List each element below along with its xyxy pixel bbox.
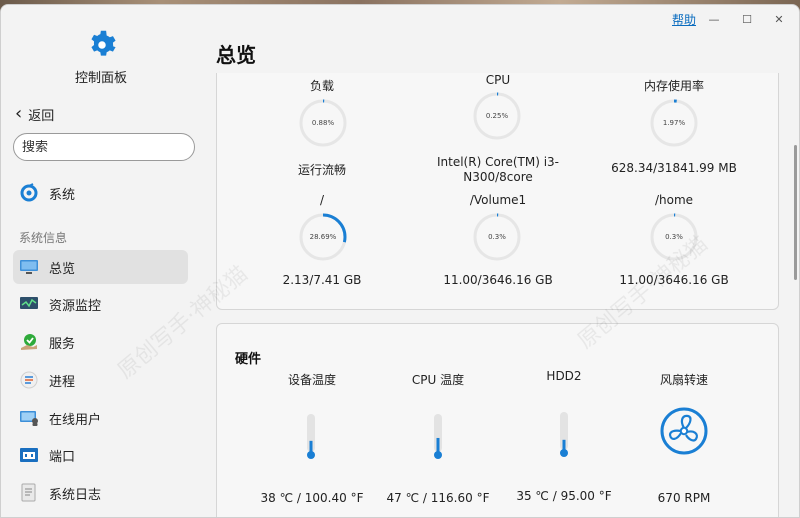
sidebar-item-label: 资源监控 — [49, 298, 102, 314]
close-button[interactable]: ✕ — [769, 9, 789, 29]
help-link[interactable]: 帮助 — [672, 11, 696, 28]
volume1-ring-text: 0.3% — [488, 233, 506, 241]
sidebar-item-resource-monitor[interactable]: 资源监控 — [13, 287, 188, 321]
thermometer-level — [436, 437, 440, 453]
thermometer-bulb — [434, 451, 442, 459]
volume1-value: 11.00/3646.16 GB — [443, 273, 553, 287]
sidebar-item-label: 服务 — [49, 336, 76, 352]
memory-label: 内存使用率 — [643, 79, 704, 93]
thermometer-bulb — [307, 451, 315, 459]
memory-ring-text: 1.97% — [662, 119, 686, 127]
memory-value: 628.34/31841.99 MB — [611, 161, 737, 175]
port-icon — [19, 445, 39, 465]
process-icon — [19, 370, 39, 390]
sidebar-item-label: 总览 — [49, 261, 76, 277]
section-label: 系统信息 — [19, 231, 68, 245]
sidebar: 控制面板 ‹ 返回 系统 系统信息 总览 — [1, 5, 201, 517]
resource-monitor-icon — [19, 294, 39, 314]
system-icon — [19, 183, 39, 203]
back-button[interactable]: ‹ 返回 — [15, 104, 54, 124]
home-ring-text: 0.3% — [665, 233, 683, 241]
sidebar-item-services[interactable]: 服务 — [13, 325, 188, 359]
control-panel-window: 控制面板 ‹ 返回 系统 系统信息 总览 — [0, 4, 800, 518]
sidebar-item-label: 在线用户 — [49, 412, 102, 428]
chevron-left-icon: ‹ — [15, 103, 23, 124]
app-title: 控制面板 — [74, 71, 127, 86]
root-disk-ring-text: 28.69% — [309, 233, 337, 241]
page-title: 总览 — [216, 43, 256, 67]
memory-cell: 内存使用率 — [584, 79, 764, 93]
services-icon — [19, 332, 39, 352]
search-input[interactable] — [22, 139, 192, 155]
home-value: 11.00/3646.16 GB — [619, 273, 729, 287]
home-label: /home — [654, 193, 694, 207]
cpu-cell: CPU — [408, 73, 588, 87]
thermometer-icon — [434, 414, 442, 459]
thermometer-bulb — [560, 449, 568, 457]
main-content: 负载 0.88% CPU 0.25% Intel(R) Core(TM) i3-… — [201, 73, 796, 517]
cpu-label: CPU — [485, 73, 511, 87]
sidebar-item-label: 系统 — [49, 187, 76, 203]
sidebar-item-label: 端口 — [49, 449, 76, 465]
volume1-label: /Volume1 — [469, 193, 527, 207]
hardware-card: 硬件 设备温度 38 ℃ / 100.40 °F CPU 温度 47 ℃ / 1… — [216, 323, 779, 517]
status-card: 负载 0.88% CPU 0.25% Intel(R) Core(TM) i3-… — [216, 73, 779, 310]
maximize-button[interactable]: ☐ — [737, 9, 757, 29]
load-status: 运行流畅 — [297, 163, 346, 177]
fan-speed-value: 670 RPM — [657, 491, 711, 505]
sidebar-item-online-users[interactable]: 在线用户 — [13, 401, 188, 435]
system-log-icon — [19, 483, 39, 503]
sidebar-item-label: 系统日志 — [49, 487, 102, 503]
search-box — [13, 133, 195, 161]
minimize-button[interactable]: — — [704, 9, 724, 29]
load-ring-text: 0.88% — [311, 119, 335, 127]
scrollbar[interactable] — [794, 145, 797, 280]
thermometer-icon — [307, 414, 315, 459]
fan-icon — [660, 407, 708, 455]
root-disk-value: 2.13/7.41 GB — [282, 273, 362, 287]
sidebar-item-label: 进程 — [49, 374, 76, 390]
back-label: 返回 — [28, 108, 55, 124]
load-label: 负载 — [309, 79, 334, 93]
root-disk-label: / — [319, 193, 325, 207]
monitor-icon — [19, 257, 39, 277]
online-users-icon — [19, 408, 39, 428]
cpu-model: Intel(R) Core(TM) i3-N300/8core — [436, 155, 559, 184]
thermometer-icon — [560, 412, 568, 457]
gear-icon — [91, 30, 116, 56]
cpu-ring-text: 0.25% — [485, 112, 509, 120]
sidebar-item-port[interactable]: 端口 — [13, 438, 188, 472]
load-cell: 负载 — [232, 79, 412, 93]
hardware-title: 硬件 — [235, 352, 262, 367]
sidebar-item-system[interactable]: 系统 — [13, 176, 188, 210]
sidebar-item-system-log[interactable]: 系统日志 — [13, 476, 188, 510]
fan-speed-label: 风扇转速 — [659, 373, 708, 387]
sidebar-item-process[interactable]: 进程 — [13, 363, 188, 397]
sidebar-item-overview[interactable]: 总览 — [13, 250, 188, 284]
